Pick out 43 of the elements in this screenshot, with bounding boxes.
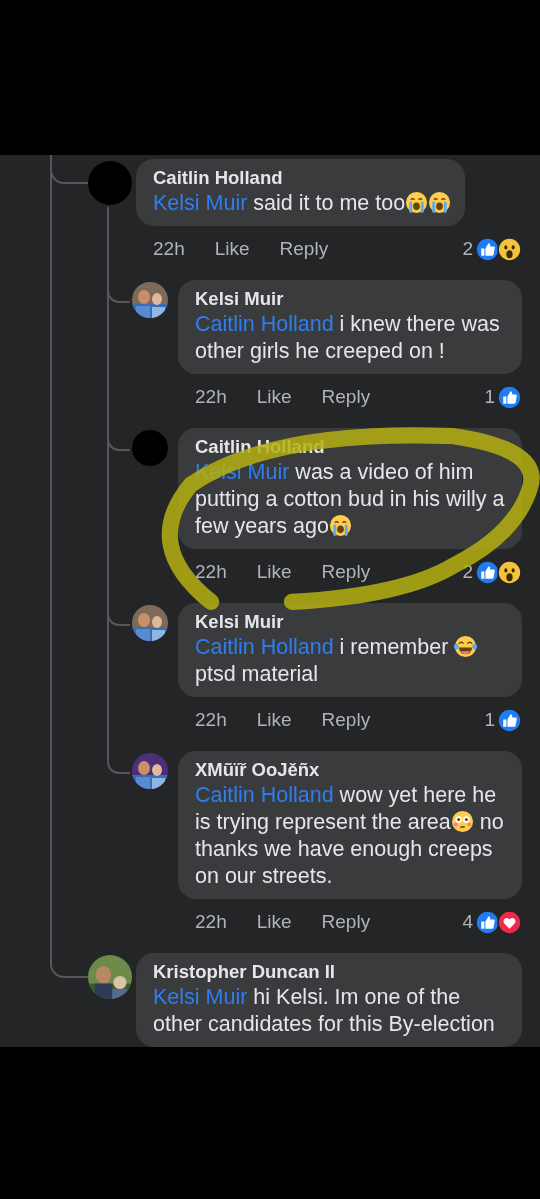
- reply-link[interactable]: Reply: [321, 386, 371, 408]
- author-name[interactable]: XMũïř OoJěñx: [195, 758, 508, 782]
- crying-face-icon: [328, 514, 352, 537]
- reply-link[interactable]: Reply: [321, 709, 371, 731]
- comment-text: Caitlin Holland wow yet here he is trying represent the area no thanks we have enough creeps on our streets.: [195, 782, 505, 890]
- reply-link[interactable]: Reply: [321, 561, 371, 583]
- comment-text: Caitlin Holland i remember ptsd material: [195, 634, 508, 688]
- reaction-count: 1: [484, 386, 495, 408]
- reply-link[interactable]: Reply: [321, 911, 371, 933]
- thumbs-up-icon: [497, 707, 522, 733]
- comment-time: 22h: [153, 238, 185, 260]
- like-link[interactable]: Like: [256, 386, 292, 408]
- comment-time: 22h: [195, 561, 227, 583]
- reply-link[interactable]: Reply: [279, 238, 329, 260]
- surprised-face-icon: [497, 236, 522, 262]
- comment-text: Kelsi Muir was a video of him putting a cotton bud in his willy a few years ago: [195, 459, 506, 540]
- reaction-count: 4: [462, 911, 473, 933]
- thumbs-up-icon: [475, 559, 500, 585]
- reaction-count: 2: [462, 238, 473, 260]
- author-name[interactable]: Caitlin Holland: [153, 166, 452, 190]
- author-name[interactable]: Kelsi Muir: [195, 287, 508, 311]
- like-link[interactable]: Like: [214, 238, 250, 260]
- thumbs-up-icon: [475, 236, 500, 262]
- comment-time: 22h: [195, 386, 227, 408]
- thumbs-up-icon: [475, 909, 500, 935]
- comment-time: 22h: [195, 911, 227, 933]
- like-link[interactable]: Like: [256, 911, 292, 933]
- like-link[interactable]: Like: [256, 561, 292, 583]
- flushed-face-icon: [450, 810, 474, 833]
- author-name[interactable]: Kelsi Muir: [195, 610, 508, 634]
- author-name[interactable]: Kristopher Duncan II: [153, 960, 508, 984]
- like-link[interactable]: Like: [256, 709, 292, 731]
- reaction-count: 1: [484, 709, 495, 731]
- thumbs-up-icon: [497, 384, 522, 410]
- crying-face-icon: [405, 191, 429, 214]
- laughing-tears-face-icon: [454, 635, 478, 658]
- comment-time: 22h: [195, 709, 227, 731]
- reaction-count: 2: [462, 561, 473, 583]
- crying-face-icon: [428, 191, 452, 214]
- comment-text: Kelsi Muir hi Kelsi. Im one of the other candidates for this By-election: [153, 984, 496, 1038]
- surprised-face-icon: [497, 559, 522, 585]
- comment-text: Caitlin Holland i knew there was other girls he creeped on !: [195, 311, 501, 365]
- comment-text: Kelsi Muir said it to me too: [153, 190, 452, 217]
